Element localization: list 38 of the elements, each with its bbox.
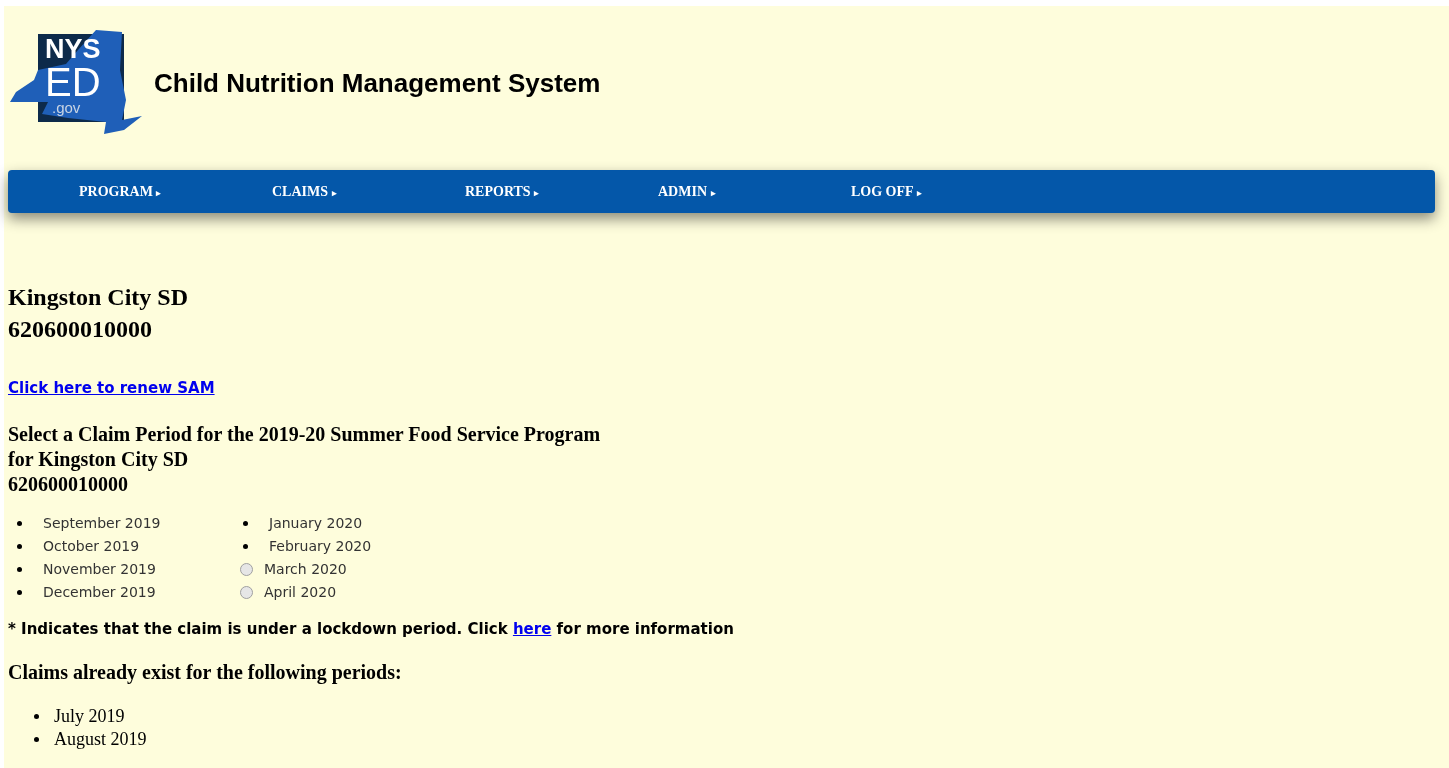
bullet-icon [17,567,22,572]
claim-period-heading: Select a Claim Period for the 2019-20 Summer Food Service Program [8,422,602,447]
claim-period-label: December 2019 [43,583,156,602]
more-info-link[interactable]: here [512,620,552,638]
existing-claim: August 2019 [54,727,147,751]
claim-period-label: January 2020 [269,514,363,533]
claim-period-label[interactable]: March 2020 [264,559,347,580]
site-title: Child Nutrition Management System [154,67,601,100]
existing-claims-heading: Claims already exist for the following periods: [8,659,403,686]
lockdown-note: * Indicates that the claim is under a lockdown period. Click here for more information [8,619,735,640]
menu-item[interactable]: PROGRAM ▸ [79,181,201,202]
sponsor-code: 620600010000 [8,315,153,344]
menu-item[interactable]: CLAIMS ▸ [272,181,394,202]
radio-button[interactable] [240,586,253,599]
sponsor-name: Kingston City SD [8,283,190,312]
bullet-icon [34,736,39,742]
claim-period-label: November 2019 [43,560,156,579]
bullet-icon [34,713,39,719]
bullet-icon [17,521,22,526]
bullet-icon [17,590,22,595]
claim-period-label: February 2020 [269,537,372,556]
bullet-icon [243,521,248,526]
menu-item[interactable]: ADMIN ▸ [658,181,780,202]
claim-period-label: September 2019 [43,514,161,533]
logo-text: ED [45,61,101,102]
menu-item[interactable]: REPORTS ▸ [465,181,587,202]
renew-sam-link[interactable]: Click here to renew SAM [8,377,215,400]
claim-period-label: October 2019 [43,537,140,556]
claim-period-heading: 620600010000 [8,472,129,497]
menu-item[interactable]: LOG OFF ▸ [851,181,973,202]
existing-claim: July 2019 [54,704,125,728]
bullet-icon [17,544,22,549]
claim-period-heading: for Kingston City SD [8,447,190,472]
claim-period-label[interactable]: April 2020 [264,582,337,603]
logo-text: .gov [52,99,81,115]
logo-text: NYS [45,35,101,63]
radio-button[interactable] [240,563,253,576]
bullet-icon [243,544,248,549]
